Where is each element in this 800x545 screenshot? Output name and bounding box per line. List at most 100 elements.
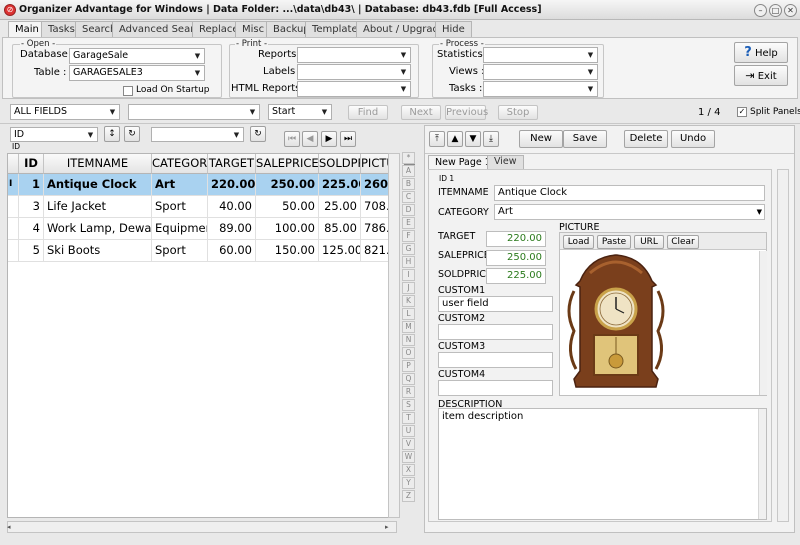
table-row[interactable]: 4 Work Lamp, Dewalt Equipment 89.00 100.… <box>8 218 389 240</box>
alpha-index-d[interactable]: D <box>402 204 415 216</box>
target-field[interactable]: 220.00 <box>486 231 546 247</box>
alpha-index-t[interactable]: T <box>402 412 415 424</box>
cell-itemname[interactable]: Life Jacket <box>44 196 152 218</box>
column-header-target[interactable]: TARGET <box>208 154 256 174</box>
cell-soldprice[interactable]: 225.00 <box>319 174 361 196</box>
cell-id[interactable]: 3 <box>19 196 44 218</box>
previous-button[interactable]: Previous <box>445 105 488 120</box>
cell-target[interactable]: 40.00 <box>208 196 256 218</box>
cell-picture[interactable]: 260.j <box>361 174 389 196</box>
table-row[interactable]: I 1 Antique Clock Art 220.00 250.00 225.… <box>8 174 389 196</box>
cell-category[interactable]: Sport <box>152 196 208 218</box>
cell-target[interactable]: 60.00 <box>208 240 256 262</box>
alpha-index-w[interactable]: W <box>402 451 415 463</box>
undo-button[interactable]: Undo <box>671 130 715 148</box>
move-top-icon[interactable]: ⤒ <box>429 131 445 147</box>
cell-category[interactable]: Art <box>152 174 208 196</box>
cell-saleprice[interactable]: 150.00 <box>256 240 319 262</box>
cell-picture[interactable]: 821.j <box>361 240 389 262</box>
sort-field-select[interactable]: ID ▼ <box>10 127 98 142</box>
first-record-icon[interactable]: ⏮ <box>284 131 300 147</box>
cell-saleprice[interactable]: 100.00 <box>256 218 319 240</box>
help-button[interactable]: ? Help <box>734 42 788 63</box>
alpha-index-l[interactable]: L <box>402 308 415 320</box>
database-select[interactable]: GarageSale ▼ <box>69 48 205 64</box>
alpha-index-h[interactable]: H <box>402 256 415 268</box>
new-button[interactable]: New <box>519 130 563 148</box>
cell-picture[interactable]: 786.j <box>361 218 389 240</box>
statistics-select[interactable]: ▼ <box>483 47 598 63</box>
cell-soldprice[interactable]: 85.00 <box>319 218 361 240</box>
search-mode-select[interactable]: Start ▼ <box>268 104 332 120</box>
alpha-index-a[interactable]: A <box>402 165 415 177</box>
cell-category[interactable]: Equipment <box>152 218 208 240</box>
minimize-icon[interactable]: – <box>754 4 767 17</box>
alpha-index-r[interactable]: R <box>402 386 415 398</box>
next-button[interactable]: Next <box>401 105 441 120</box>
cell-id[interactable]: 5 <box>19 240 44 262</box>
search-input[interactable]: ▼ <box>128 104 260 120</box>
alpha-index-n[interactable]: N <box>402 334 415 346</box>
tasks-select[interactable]: ▼ <box>483 81 598 97</box>
itemname-field[interactable]: Antique Clock <box>494 185 765 201</box>
next-record-icon[interactable]: ▶ <box>321 131 337 147</box>
record-panel-scrollbar[interactable] <box>777 169 789 522</box>
views-select[interactable]: ▼ <box>483 64 598 80</box>
column-header-itemname[interactable]: ITEMNAME <box>44 154 152 174</box>
cell-category[interactable]: Sport <box>152 240 208 262</box>
alpha-index-p[interactable]: P <box>402 360 415 372</box>
picture-url-button[interactable]: URL <box>634 235 664 249</box>
previous-record-icon[interactable]: ◀ <box>302 131 318 147</box>
save-button[interactable]: Save <box>563 130 607 148</box>
cell-itemname[interactable]: Work Lamp, Dewalt <box>44 218 152 240</box>
labels-select[interactable]: ▼ <box>297 64 411 80</box>
cell-target[interactable]: 89.00 <box>208 218 256 240</box>
cell-target[interactable]: 220.00 <box>208 174 256 196</box>
last-record-icon[interactable]: ⏭ <box>340 131 356 147</box>
alpha-index-all[interactable]: * <box>402 152 415 164</box>
find-button[interactable]: Find <box>348 105 388 120</box>
picture-load-button[interactable]: Load <box>563 235 594 249</box>
refresh-icon[interactable]: ↻ <box>124 126 140 142</box>
grid-vertical-scrollbar[interactable] <box>388 153 400 518</box>
table-select[interactable]: GARAGESALE3 ▼ <box>69 65 205 81</box>
tab-view[interactable]: View <box>487 155 524 169</box>
alpha-index-c[interactable]: C <box>402 191 415 203</box>
alpha-index-x[interactable]: X <box>402 464 415 476</box>
load-on-startup-checkbox[interactable] <box>123 86 133 96</box>
cell-soldprice[interactable]: 25.00 <box>319 196 361 218</box>
saleprice-field[interactable]: 250.00 <box>486 250 546 266</box>
alpha-index-j[interactable]: J <box>402 282 415 294</box>
search-field-select[interactable]: ALL FIELDS ▼ <box>10 104 120 120</box>
alpha-index-s[interactable]: S <box>402 399 415 411</box>
alpha-index-o[interactable]: O <box>402 347 415 359</box>
column-header-soldprice[interactable]: SOLDPRICE <box>319 154 361 174</box>
grid-horizontal-scrollbar[interactable] <box>7 521 397 533</box>
column-header-picture[interactable]: PICTURE <box>361 154 389 174</box>
soldprice-field[interactable]: 225.00 <box>486 268 546 284</box>
tab-hide[interactable]: Hide <box>435 21 472 37</box>
alpha-index-y[interactable]: Y <box>402 477 415 489</box>
move-up-icon[interactable]: ▲ <box>447 131 463 147</box>
table-row[interactable]: 3 Life Jacket Sport 40.00 50.00 25.00 70… <box>8 196 389 218</box>
alpha-index-i[interactable]: I <box>402 269 415 281</box>
move-down-icon[interactable]: ▼ <box>465 131 481 147</box>
custom3-field[interactable] <box>438 352 553 368</box>
description-field[interactable]: item description <box>438 408 767 520</box>
stop-button[interactable]: Stop <box>498 105 538 120</box>
cell-picture[interactable]: 708.j <box>361 196 389 218</box>
cell-saleprice[interactable]: 50.00 <box>256 196 319 218</box>
move-bottom-icon[interactable]: ⤓ <box>483 131 499 147</box>
table-row[interactable]: 5 Ski Boots Sport 60.00 150.00 125.00 82… <box>8 240 389 262</box>
alpha-index-u[interactable]: U <box>402 425 415 437</box>
description-scrollbar[interactable] <box>758 409 766 519</box>
refresh-icon[interactable]: ↻ <box>250 126 266 142</box>
alpha-index-v[interactable]: V <box>402 438 415 450</box>
exit-button[interactable]: ⇥ Exit <box>734 65 788 86</box>
alpha-index-e[interactable]: E <box>402 217 415 229</box>
maximize-icon[interactable]: □ <box>769 4 782 17</box>
records-grid[interactable]: ID ITEMNAME CATEGORY TARGET SALEPRICE SO… <box>7 153 390 518</box>
column-header-category[interactable]: CATEGORY <box>152 154 208 174</box>
picture-scrollbar[interactable] <box>759 251 767 395</box>
alpha-index-b[interactable]: B <box>402 178 415 190</box>
